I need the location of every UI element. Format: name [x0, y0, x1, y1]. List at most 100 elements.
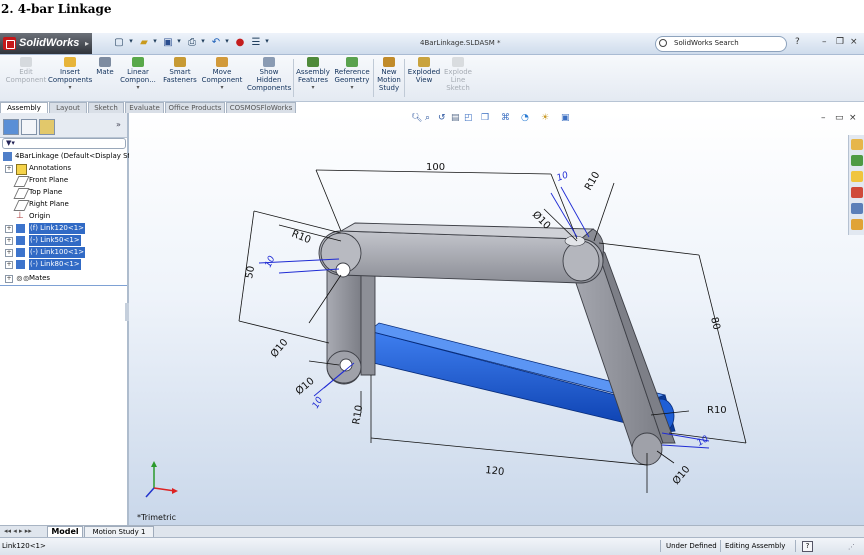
save-icon[interactable]: ▣: [161, 37, 175, 50]
expand-panel-icon[interactable]: »: [116, 120, 121, 129]
dim-50-label[interactable]: 50: [244, 265, 257, 279]
minimize-button[interactable]: –: [822, 37, 827, 47]
dim-r10-top-right-label[interactable]: R10: [583, 170, 602, 193]
part-icon: [16, 260, 25, 269]
reference-geometry-dropdown-icon[interactable]: ▾: [332, 84, 372, 92]
dim-dia10-left-label[interactable]: Ø10: [268, 336, 290, 360]
new-dropdown-icon[interactable]: ▾: [128, 37, 134, 50]
dim-thickness-bottom-right-label[interactable]: 10: [696, 434, 711, 449]
expand-toggle[interactable]: +: [5, 275, 13, 283]
status-bar: Link120<1> Under Defined Editing Assembl…: [0, 537, 864, 555]
annotations-icon: [16, 164, 27, 175]
dim-120-label[interactable]: 120: [485, 465, 505, 478]
appearances-icon[interactable]: [851, 219, 863, 230]
undo-icon[interactable]: ↶: [209, 37, 223, 50]
resize-grip-icon[interactable]: ⋰: [848, 543, 855, 551]
linear-pattern-dropdown-icon[interactable]: ▾: [118, 84, 158, 92]
move-component-button[interactable]: Move Component ▾: [200, 57, 244, 92]
reference-geometry-label: Reference Geometry: [334, 68, 370, 84]
fastener-icon: [174, 57, 186, 67]
help-button[interactable]: ?: [795, 37, 800, 47]
plane-icon: [13, 188, 30, 199]
tab-scroll-arrows-icon[interactable]: ◂◂ ◂ ▸ ▸▸: [4, 527, 32, 535]
restore-button[interactable]: ❐: [836, 37, 844, 47]
view-orientation-label: *Trimetric: [137, 513, 176, 522]
options-dropdown-icon[interactable]: ▾: [264, 37, 270, 50]
solidworks-menu-button[interactable]: SolidWorks ▸: [0, 33, 92, 54]
new-document-icon[interactable]: ▢: [112, 37, 126, 50]
configuration-manager-tab-icon[interactable]: [39, 119, 55, 135]
undo-dropdown-icon[interactable]: ▾: [224, 37, 230, 50]
dim-dia10-bottom-right-label[interactable]: Ø10: [670, 463, 692, 487]
separator: [373, 59, 374, 97]
move-dropdown-icon[interactable]: ▾: [200, 84, 244, 92]
view-palette-icon[interactable]: [851, 203, 863, 214]
dim-thickness-top-label[interactable]: 10: [556, 170, 570, 183]
print-dropdown-icon[interactable]: ▾: [200, 37, 206, 50]
title-bar: SolidWorks ▸ ▢ ▾ ▰ ▾ ▣ ▾ ⎙ ▾ ↶ ▾ ● ☰ ▾ 4…: [0, 33, 864, 55]
edit-component-button[interactable]: Edit Component: [4, 57, 48, 84]
dim-thickness-bottom-left-label[interactable]: 10: [311, 395, 326, 410]
exploded-view-button[interactable]: Exploded View: [406, 57, 442, 84]
heading-text: 2. 4-bar Linkage: [1, 2, 112, 16]
expand-toggle[interactable]: +: [5, 261, 13, 269]
explode-line-sketch-icon: [452, 57, 464, 67]
status-help-button[interactable]: ?: [802, 541, 813, 552]
graphics-area[interactable]: 🔍︎ ⌕ ↺ ▤ ◰ ❒ ⌘ ◔ ☀ ▣ – ▭ × 100 50 80 120…: [129, 113, 864, 525]
property-manager-tab-icon[interactable]: [21, 119, 37, 135]
exploded-view-label: Exploded View: [407, 68, 441, 84]
file-explorer-icon[interactable]: [851, 171, 863, 182]
window-title: 4BarLinkage.SLDASM *: [420, 39, 501, 47]
paperclip-icon: [99, 57, 111, 67]
task-pane: [848, 135, 864, 235]
dim-80-label[interactable]: 80: [708, 316, 722, 331]
status-defined: Under Defined: [666, 542, 717, 550]
options-icon[interactable]: ☰: [249, 37, 263, 50]
linear-pattern-button[interactable]: Linear Compon... ▾: [118, 57, 158, 92]
tree-item-label: (-) Link80<1>: [29, 259, 81, 270]
search-input[interactable]: SolidWorks Search: [655, 36, 787, 52]
design-library-icon[interactable]: [851, 155, 863, 166]
dim-100-label[interactable]: 100: [426, 162, 445, 173]
new-motion-study-button[interactable]: New Motion Study: [375, 57, 403, 92]
insert-components-button[interactable]: Insert Components ▾: [48, 57, 92, 92]
open-dropdown-icon[interactable]: ▾: [152, 37, 158, 50]
search-results-icon[interactable]: [851, 187, 863, 198]
rollback-bar[interactable]: [0, 285, 127, 286]
open-folder-icon[interactable]: ▰: [137, 37, 151, 50]
expand-toggle[interactable]: +: [5, 237, 13, 245]
home-icon[interactable]: [851, 139, 863, 150]
smart-fasteners-label: Smart Fasteners: [163, 68, 197, 84]
tree-filter-input[interactable]: ▼▾: [2, 138, 126, 149]
link100-part[interactable]: [318, 222, 604, 284]
assembly-features-dropdown-icon[interactable]: ▾: [295, 84, 331, 92]
dim-thickness-left-label[interactable]: 10: [264, 254, 278, 269]
mate-button[interactable]: Mate: [93, 57, 117, 76]
status-divider: [795, 540, 796, 552]
save-dropdown-icon[interactable]: ▾: [176, 37, 182, 50]
dim-r10-bottom-left-label[interactable]: R10: [351, 404, 365, 425]
dim-dia10-bottom-left-label[interactable]: Ø10: [293, 375, 317, 397]
rebuild-icon[interactable]: ●: [235, 37, 245, 50]
command-manager: Edit Component Insert Components ▾ Mate …: [0, 55, 864, 102]
feature-tree-tab-icon[interactable]: [3, 119, 19, 135]
dim-r10-bottom-right-label[interactable]: R10: [707, 405, 727, 416]
expand-toggle[interactable]: +: [5, 249, 13, 257]
part-icon: [16, 248, 25, 257]
smart-fasteners-button[interactable]: Smart Fasteners: [160, 57, 200, 84]
expand-toggle[interactable]: +: [5, 225, 13, 233]
model-scene[interactable]: 100 50 80 120 R10 R10 R10 R10 Ø10 Ø10 Ø1…: [129, 113, 864, 525]
edit-component-label: Edit Component: [5, 68, 47, 84]
explode-line-sketch-button[interactable]: Explode Line Sketch: [442, 57, 474, 92]
insert-dropdown-icon[interactable]: ▾: [48, 84, 92, 92]
expand-toggle[interactable]: +: [5, 165, 13, 173]
assembly-features-button[interactable]: Assembly Features ▾: [295, 57, 331, 92]
status-divider: [720, 540, 721, 552]
reference-geometry-button[interactable]: Reference Geometry ▾: [332, 57, 372, 92]
show-hidden-components-button[interactable]: Show Hidden Components: [247, 57, 291, 92]
close-button[interactable]: ×: [850, 37, 858, 47]
tree-item-label: Right Plane: [29, 200, 69, 208]
status-divider: [660, 540, 661, 552]
dim-r10-top-left-label[interactable]: R10: [290, 229, 312, 247]
print-icon[interactable]: ⎙: [185, 37, 199, 50]
